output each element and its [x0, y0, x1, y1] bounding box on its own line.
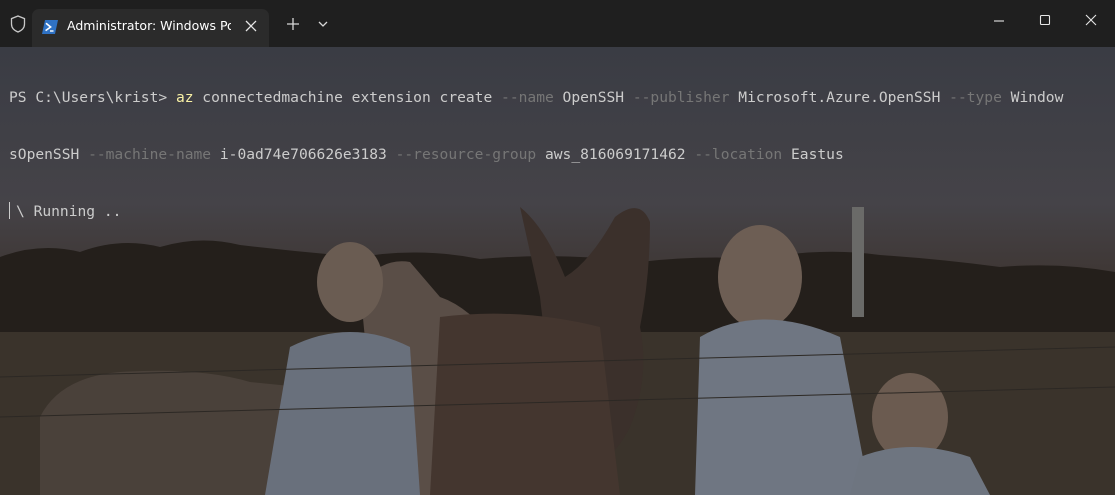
- terminal-pane[interactable]: PS C:\Users\krist> az connectedmachine e…: [0, 47, 1115, 495]
- command-name: az: [175, 89, 194, 106]
- command-line-1: PS C:\Users\krist> az connectedmachine e…: [9, 88, 1109, 107]
- flag-resource-group: --resource-group: [395, 146, 537, 163]
- powershell-icon: [42, 19, 58, 34]
- flag-publisher: --publisher: [632, 89, 730, 106]
- prompt: PS C:\Users\krist>: [9, 89, 176, 106]
- running-status: \ Running ..: [16, 203, 122, 220]
- value-resource-group: aws_816069171462: [536, 146, 695, 163]
- console-output[interactable]: PS C:\Users\krist> az connectedmachine e…: [9, 50, 1109, 259]
- maximize-button[interactable]: [1022, 0, 1068, 40]
- value-publisher: Microsoft.Azure.OpenSSH: [729, 89, 950, 106]
- close-window-button[interactable]: [1068, 0, 1114, 40]
- terminal-window: Administrator: Windows PowerShell: [0, 0, 1115, 495]
- value-type: Window: [1001, 89, 1064, 106]
- value-machine-name: i-0ad74e706626e3183: [211, 146, 396, 163]
- maximize-icon: [1039, 14, 1051, 26]
- flag-location: --location: [694, 146, 783, 163]
- tab-dropdown-button[interactable]: [311, 12, 335, 36]
- close-icon: [1085, 14, 1097, 26]
- flag-machine-name: --machine-name: [88, 146, 212, 163]
- minimize-icon: [994, 20, 1004, 22]
- status-line: \ Running ..: [9, 202, 1109, 221]
- chevron-down-icon: [318, 21, 328, 27]
- plus-icon: [287, 18, 299, 30]
- new-tab-button[interactable]: [281, 12, 305, 36]
- tab-powershell[interactable]: Administrator: Windows PowerShell: [32, 9, 269, 47]
- value-location: Eastus: [782, 146, 844, 163]
- text-cursor: [9, 202, 10, 219]
- close-icon[interactable]: [240, 15, 262, 37]
- title-bar[interactable]: Administrator: Windows PowerShell: [0, 0, 1115, 47]
- flag-type: --type: [949, 89, 1002, 106]
- tab-title: Administrator: Windows PowerShell: [67, 18, 231, 33]
- command-line-2: sOpenSSH --machine-name i-0ad74e706626e3…: [9, 145, 1109, 164]
- minimize-button[interactable]: [976, 0, 1022, 40]
- value-name: OpenSSH: [553, 89, 633, 106]
- command-args: connectedmachine extension create: [193, 89, 502, 106]
- value-type-continued: sOpenSSH: [9, 146, 89, 163]
- flag-name: --name: [501, 89, 554, 106]
- shield-icon: [8, 14, 28, 34]
